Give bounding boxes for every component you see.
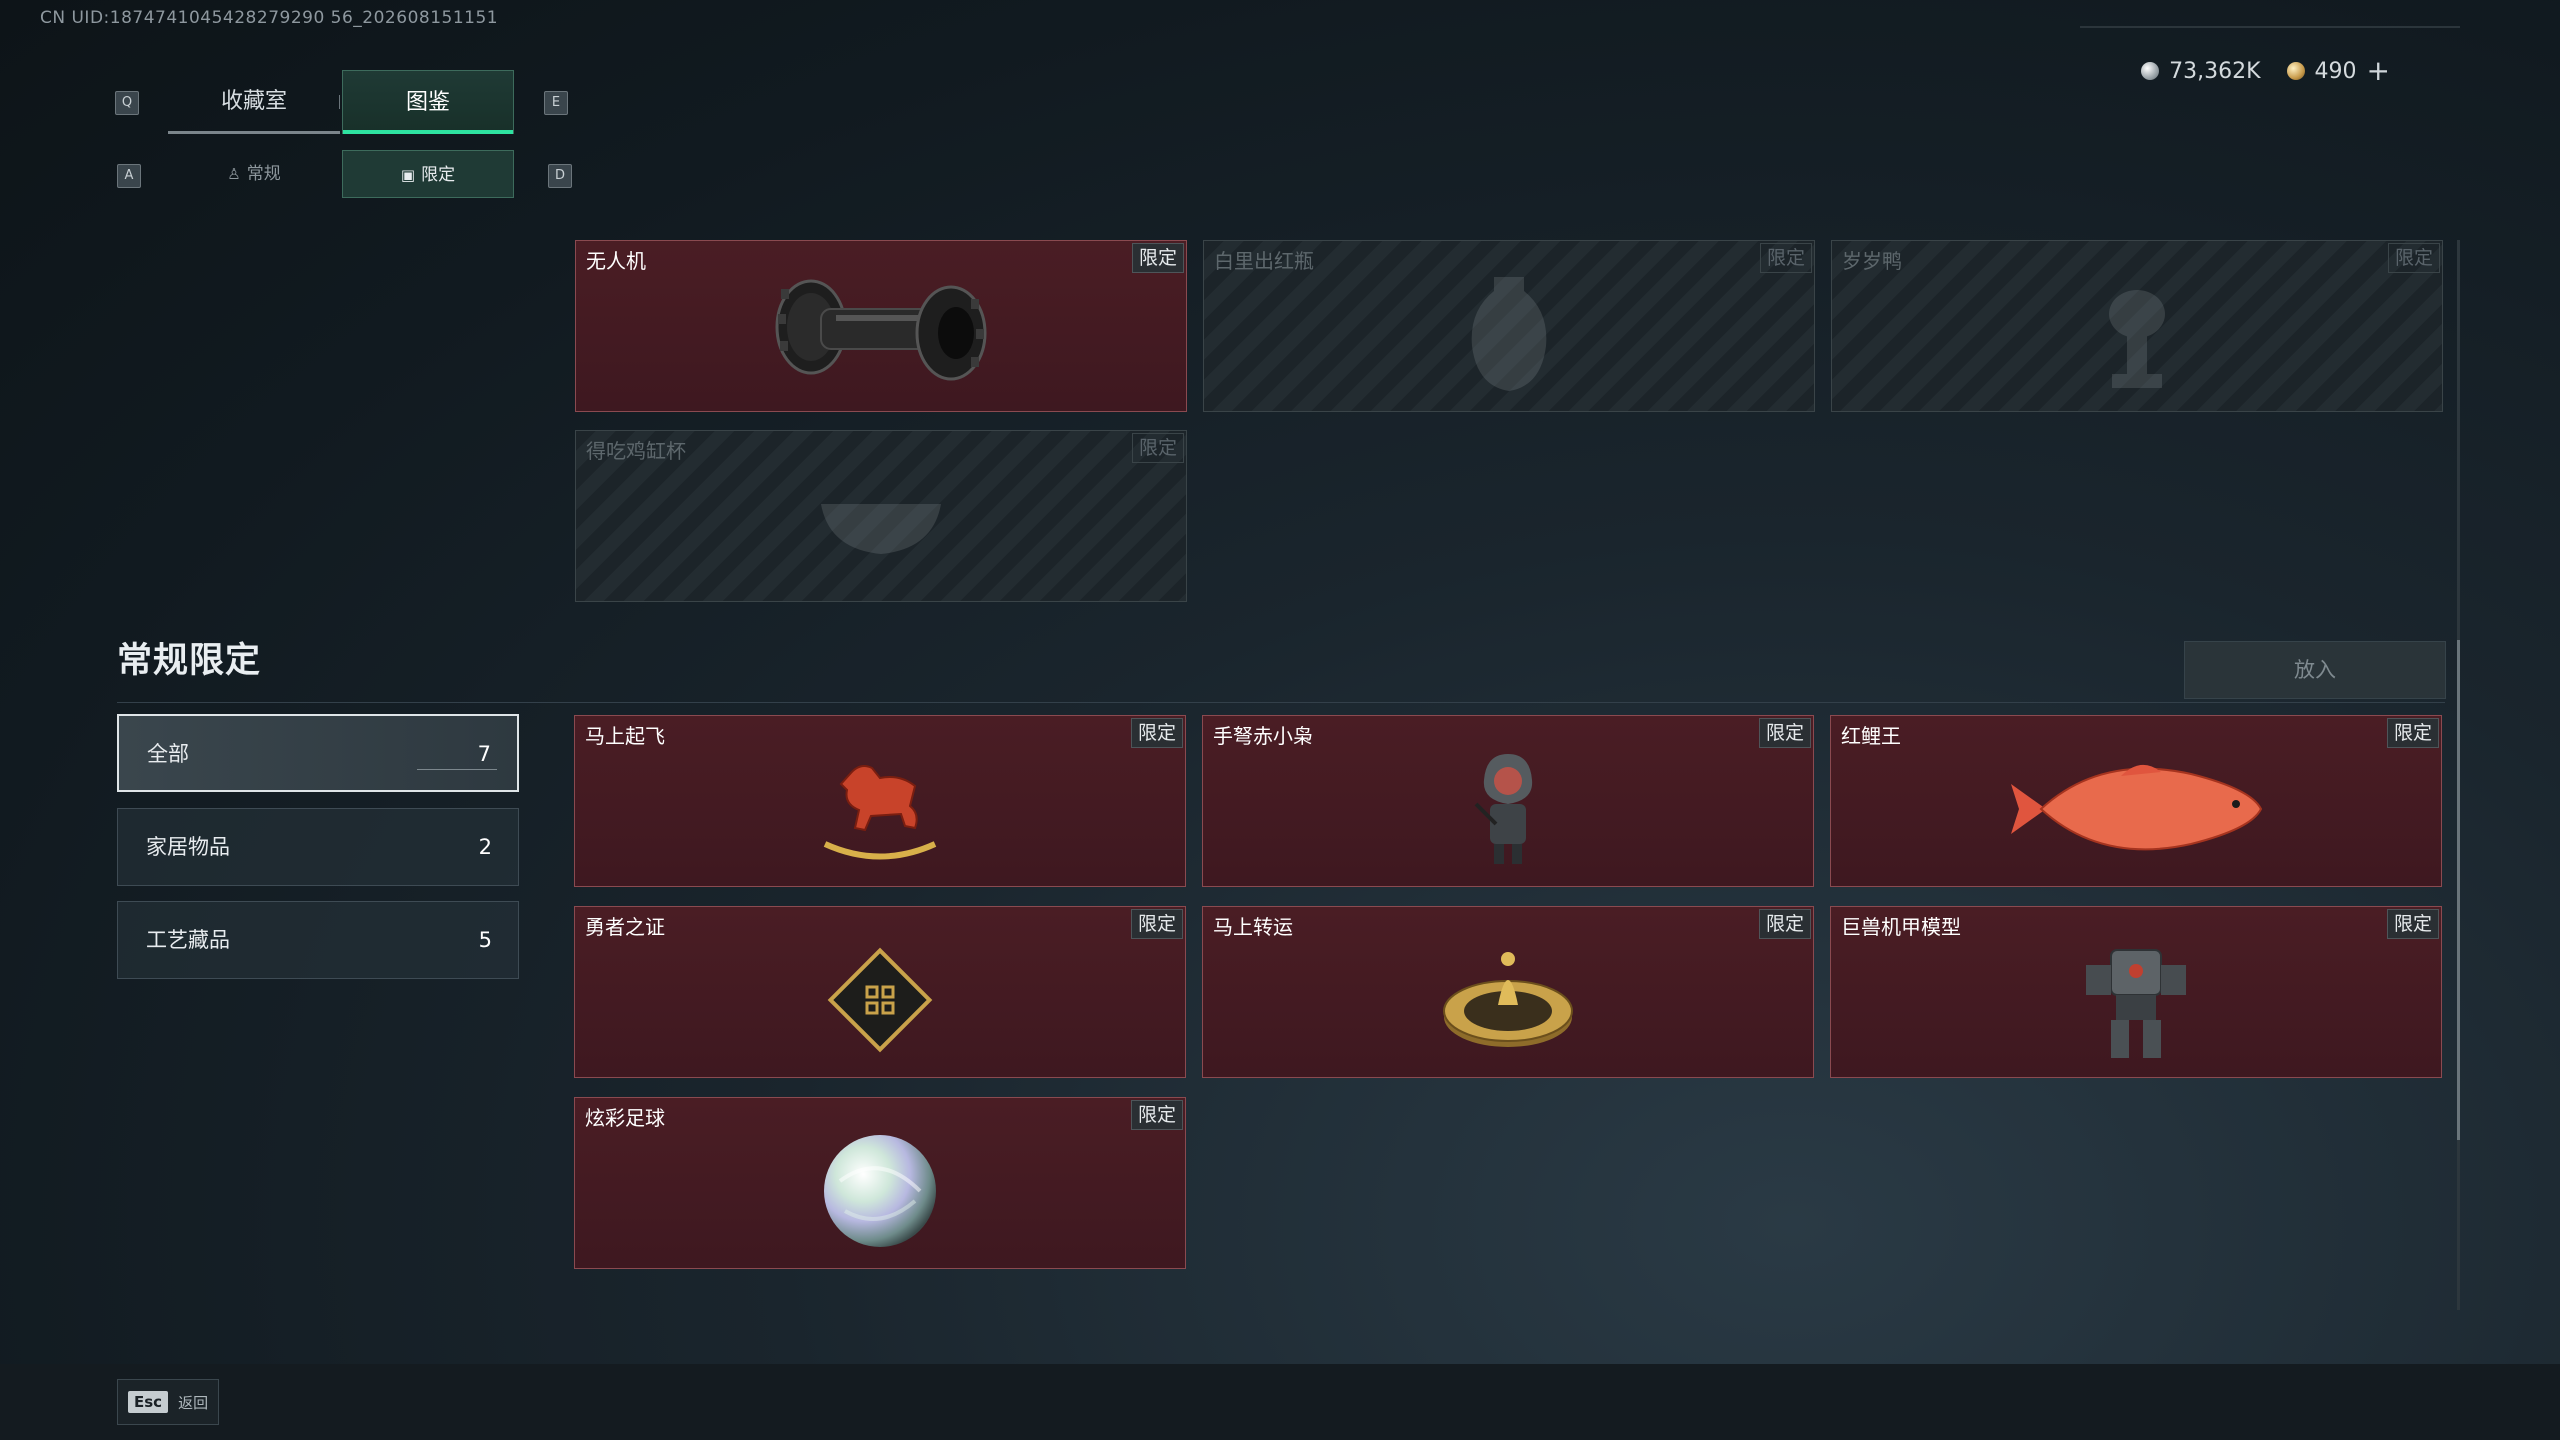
rocking-horse-icon <box>810 754 950 868</box>
item-card-badge[interactable]: 勇者之证 限定 <box>574 906 1186 1078</box>
limited-badge: 限定 <box>1759 243 1812 273</box>
category-count: 5 <box>478 928 492 952</box>
limited-badge: 限定 <box>2386 909 2439 939</box>
tab-catalog[interactable]: 图鉴 <box>342 70 514 134</box>
duck-trophy-icon <box>2087 269 2187 403</box>
item-card-golden-compass[interactable]: 马上转运 限定 <box>1202 906 1814 1078</box>
red-carp-icon <box>2001 754 2271 868</box>
put-in-button[interactable]: 放入 <box>2184 641 2446 699</box>
gold-amount: 490 <box>2314 58 2357 84</box>
category-count: 2 <box>478 835 492 859</box>
golden-compass-icon <box>1438 945 1578 1059</box>
sub-tabs: ♙ 常规 ▣ 限定 <box>168 150 518 198</box>
hooded-figure-icon <box>1468 749 1548 873</box>
item-name: 勇者之证 <box>585 915 665 939</box>
gold-coin-icon <box>2286 62 2305 80</box>
limited-badge: 限定 <box>1758 718 1811 748</box>
limited-badge: 限定 <box>2386 718 2439 748</box>
vase-icon <box>1464 269 1554 403</box>
item-name: 马上转运 <box>1213 915 1293 939</box>
item-card-drone[interactable]: 无人机 限定 <box>575 240 1187 412</box>
bottom-bar <box>0 1364 2560 1440</box>
main-tabs: 收藏室 图鉴 <box>168 70 518 134</box>
limited-badge: 限定 <box>1130 1100 1183 1130</box>
uid-label: CN UID:1874741045428279290 56_2026081511… <box>40 8 499 28</box>
item-name: 马上起飞 <box>585 724 665 748</box>
item-card-red-carp[interactable]: 红鲤王 限定 <box>1830 715 2442 887</box>
section-title: 常规限定 <box>117 641 262 681</box>
limited-badge: 限定 <box>1758 909 1811 939</box>
category-underline <box>417 769 497 770</box>
picture-icon: ▣ <box>400 166 416 184</box>
limited-badge: 限定 <box>1130 718 1183 748</box>
add-currency-button[interactable]: + <box>2367 54 2390 88</box>
prev-subtab-key[interactable]: A <box>117 164 141 188</box>
item-name: 红鲤王 <box>1841 724 1901 748</box>
item-name: 手弩赤小枭 <box>1213 724 1313 748</box>
category-count: 7 <box>477 742 491 766</box>
limited-badge: 限定 <box>2387 243 2440 273</box>
tab-collection-room[interactable]: 收藏室 <box>168 70 340 134</box>
silver-amount: 73,362K <box>2169 58 2261 84</box>
mech-model-icon <box>2071 935 2201 1069</box>
item-card-hooded-figure[interactable]: 手弩赤小枭 限定 <box>1202 715 1814 887</box>
subtab-regular[interactable]: ♙ 常规 <box>168 150 340 198</box>
category-home-items[interactable]: 家居物品 2 <box>117 808 519 886</box>
category-label: 全部 <box>147 742 189 766</box>
next-subtab-key[interactable]: D <box>548 164 572 188</box>
item-name: 巨兽机甲模型 <box>1841 915 1961 939</box>
item-name: 炫彩足球 <box>585 1106 665 1130</box>
category-crafts[interactable]: 工艺藏品 5 <box>117 901 519 979</box>
item-name: 岁岁鸭 <box>1842 249 1902 273</box>
section-divider <box>117 702 2445 703</box>
subtab-limited-label: 限定 <box>421 165 456 185</box>
item-card-mech-model[interactable]: 巨兽机甲模型 限定 <box>1830 906 2442 1078</box>
category-label: 工艺藏品 <box>146 928 230 952</box>
back-label: 返回 <box>178 1393 209 1412</box>
item-card-bowl[interactable]: 得吃鸡缸杯 限定 <box>575 430 1187 602</box>
item-card-vase[interactable]: 白里出红瓶 限定 <box>1203 240 1815 412</box>
esc-key: Esc <box>128 1391 169 1413</box>
subtab-regular-label: 常规 <box>246 164 281 184</box>
tab-separator <box>339 95 340 109</box>
item-card-rocking-horse[interactable]: 马上起飞 限定 <box>574 715 1186 887</box>
item-name: 无人机 <box>586 249 646 273</box>
limited-badge: 限定 <box>1130 909 1183 939</box>
item-card-duck[interactable]: 岁岁鸭 限定 <box>1831 240 2443 412</box>
item-name: 得吃鸡缸杯 <box>586 439 686 463</box>
back-button[interactable]: Esc 返回 <box>117 1379 220 1425</box>
silver-currency: 73,362K <box>2141 58 2261 84</box>
bowl-icon <box>811 484 951 568</box>
drone-roller-icon <box>766 269 996 403</box>
scrollbar-thumb[interactable] <box>2457 640 2460 1140</box>
figure-icon: ♙ <box>227 165 241 183</box>
top-divider <box>2080 26 2460 28</box>
limited-badge: 限定 <box>1131 433 1184 463</box>
prev-tab-key[interactable]: Q <box>115 91 139 115</box>
item-name: 白里出红瓶 <box>1214 249 1314 273</box>
subtab-limited[interactable]: ▣ 限定 <box>342 150 514 198</box>
limited-badge: 限定 <box>1131 243 1184 273</box>
gold-currency: 490 + <box>2286 54 2390 88</box>
silver-coin-icon <box>2141 62 2160 80</box>
next-tab-key[interactable]: E <box>544 91 568 115</box>
iridescent-ball-icon <box>820 1131 940 1255</box>
category-all[interactable]: 全部 7 <box>117 714 519 792</box>
badge-card-icon <box>815 935 945 1069</box>
item-card-iridescent-ball[interactable]: 炫彩足球 限定 <box>574 1097 1186 1269</box>
category-label: 家居物品 <box>146 835 230 859</box>
currency-bar: 73,362K 490 + <box>2141 54 2390 88</box>
